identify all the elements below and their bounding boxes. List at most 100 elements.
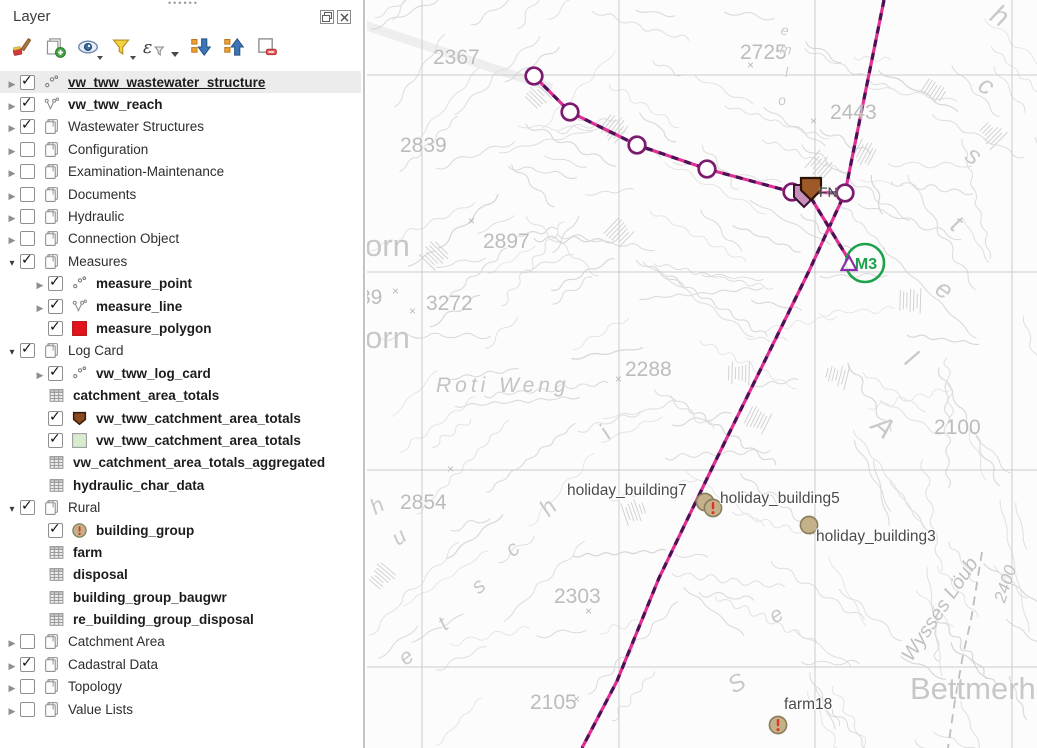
layer-tree-item[interactable]: ▶✓measure_line bbox=[0, 295, 361, 317]
layer-visibility-checkbox[interactable] bbox=[20, 164, 35, 179]
layer-tree-item[interactable]: ▶✓vw_tww_wastewater_structure bbox=[0, 71, 361, 93]
layer-panel: •••••• Layer ε ▶✓vw_tww_wastewater_struc… bbox=[0, 0, 365, 748]
expander-collapsed-icon[interactable]: ▶ bbox=[4, 119, 20, 134]
catchment-area-marker[interactable] bbox=[794, 178, 821, 207]
close-button[interactable] bbox=[337, 10, 351, 24]
expander-collapsed-icon[interactable]: ▶ bbox=[4, 231, 20, 246]
layer-tree-item[interactable]: ▶Topology bbox=[0, 676, 361, 698]
expander-expanded-icon[interactable]: ▾ bbox=[4, 343, 20, 358]
expander-collapsed-icon[interactable]: ▶ bbox=[32, 366, 48, 381]
layer-visibility-checkbox[interactable]: ✓ bbox=[48, 276, 63, 291]
layer-tree-item[interactable]: ▶Configuration bbox=[0, 138, 361, 160]
layer-tree-item[interactable]: ▶Hydraulic bbox=[0, 205, 361, 227]
layer-tree-item[interactable]: ▶Examination-Maintenance bbox=[0, 161, 361, 183]
expander-collapsed-icon[interactable]: ▶ bbox=[32, 276, 48, 291]
expander-expanded-icon[interactable]: ▾ bbox=[4, 500, 20, 515]
layer-styling-button[interactable] bbox=[10, 37, 34, 61]
chevron-down-icon[interactable] bbox=[171, 52, 179, 57]
layer-visibility-checkbox[interactable]: ✓ bbox=[48, 299, 63, 314]
map-themes-button[interactable] bbox=[76, 37, 100, 61]
expander-collapsed-icon[interactable]: ▶ bbox=[4, 164, 20, 179]
layer-tree-item[interactable]: ▶✓measure_point bbox=[0, 273, 361, 295]
building-group-point[interactable] bbox=[704, 499, 721, 516]
remove-layer-button[interactable] bbox=[255, 37, 279, 61]
layer-tree-item[interactable]: ▾✓Measures bbox=[0, 250, 361, 272]
layer-visibility-checkbox[interactable]: ✓ bbox=[20, 500, 35, 515]
points-layer-icon bbox=[71, 365, 89, 382]
layer-tree-item[interactable]: building_group_baugwr bbox=[0, 586, 361, 608]
expander-collapsed-icon[interactable]: ▶ bbox=[4, 142, 20, 157]
expander-expanded-icon[interactable]: ▾ bbox=[4, 254, 20, 269]
map-render: M3 bbox=[367, 0, 1037, 748]
wastewater-node[interactable] bbox=[699, 161, 716, 178]
layer-tree-item[interactable]: catchment_area_totals bbox=[0, 384, 361, 406]
layer-visibility-checkbox[interactable]: ✓ bbox=[48, 411, 63, 426]
layer-visibility-checkbox[interactable]: ✓ bbox=[48, 433, 63, 448]
layer-tree-item[interactable]: ✓building_group bbox=[0, 519, 361, 541]
layer-visibility-checkbox[interactable]: ✓ bbox=[20, 254, 35, 269]
expander-collapsed-icon[interactable]: ▶ bbox=[4, 657, 20, 672]
expander-collapsed-icon[interactable]: ▶ bbox=[4, 679, 20, 694]
layer-name: Log Card bbox=[68, 343, 124, 358]
expander-collapsed-icon[interactable]: ▶ bbox=[4, 97, 20, 112]
wastewater-node[interactable] bbox=[562, 104, 579, 121]
layer-visibility-checkbox[interactable]: ✓ bbox=[48, 523, 63, 538]
green-square-layer-icon bbox=[71, 432, 89, 449]
layer-visibility-checkbox[interactable] bbox=[20, 142, 35, 157]
layer-tree-item[interactable]: vw_catchment_area_totals_aggregated bbox=[0, 452, 361, 474]
layer-visibility-checkbox[interactable] bbox=[20, 702, 35, 717]
layer-tree-item[interactable]: ▶Catchment Area bbox=[0, 631, 361, 653]
wastewater-node[interactable] bbox=[629, 137, 646, 154]
layer-tree-item[interactable]: ✓measure_polygon bbox=[0, 317, 361, 339]
layer-visibility-checkbox[interactable] bbox=[20, 187, 35, 202]
layer-visibility-checkbox[interactable] bbox=[20, 634, 35, 649]
layer-visibility-checkbox[interactable] bbox=[20, 679, 35, 694]
layer-visibility-checkbox[interactable]: ✓ bbox=[20, 97, 35, 112]
layer-visibility-checkbox[interactable]: ✓ bbox=[48, 366, 63, 381]
expander-collapsed-icon[interactable]: ▶ bbox=[4, 702, 20, 717]
float-panel-button[interactable] bbox=[320, 10, 334, 24]
layer-tree-item[interactable]: ✓vw_tww_catchment_area_totals bbox=[0, 429, 361, 451]
expander-collapsed-icon[interactable]: ▶ bbox=[4, 634, 20, 649]
expander-collapsed-icon[interactable]: ▶ bbox=[4, 209, 20, 224]
dock-handle[interactable]: •••••• bbox=[168, 1, 208, 5]
layer-tree-item[interactable]: disposal bbox=[0, 564, 361, 586]
layer-tree-item[interactable]: ▾✓Rural bbox=[0, 496, 361, 518]
layer-tree-item[interactable]: ▶✓vw_tww_log_card bbox=[0, 362, 361, 384]
layer-tree-item[interactable]: farm bbox=[0, 541, 361, 563]
wastewater-node[interactable] bbox=[526, 68, 543, 85]
filter-expression-button[interactable]: ε bbox=[142, 37, 166, 61]
add-group-button[interactable] bbox=[43, 37, 67, 61]
layer-visibility-checkbox[interactable]: ✓ bbox=[20, 119, 35, 134]
group-layer-icon bbox=[43, 342, 61, 359]
expand-all-button[interactable] bbox=[189, 37, 213, 61]
layer-tree-item[interactable]: ▶✓Cadastral Data bbox=[0, 653, 361, 675]
expander-collapsed-icon[interactable]: ▶ bbox=[32, 299, 48, 314]
layer-visibility-checkbox[interactable]: ✓ bbox=[20, 657, 35, 672]
layer-tree-item[interactable]: hydraulic_char_data bbox=[0, 474, 361, 496]
layer-tree-item[interactable]: ▶✓vw_tww_reach bbox=[0, 93, 361, 115]
layer-tree-item[interactable]: re_building_group_disposal bbox=[0, 608, 361, 630]
layer-tree-item[interactable]: ✓ vw_tww_catchment_area_totals bbox=[0, 407, 361, 429]
layer-tree-item[interactable]: ▶Documents bbox=[0, 183, 361, 205]
building-group-point[interactable] bbox=[800, 516, 817, 533]
expander-collapsed-icon[interactable]: ▶ bbox=[4, 187, 20, 202]
layer-visibility-checkbox[interactable]: ✓ bbox=[20, 343, 35, 358]
filter-legend-button[interactable] bbox=[109, 37, 133, 61]
building-group-point[interactable] bbox=[769, 716, 786, 733]
group-layer-icon bbox=[43, 633, 61, 650]
layer-tree-item[interactable]: ▶✓Wastewater Structures bbox=[0, 116, 361, 138]
wastewater-node[interactable] bbox=[837, 185, 854, 202]
layer-tree-item[interactable]: ▶Connection Object bbox=[0, 228, 361, 250]
layer-visibility-checkbox[interactable]: ✓ bbox=[48, 321, 63, 336]
layer-visibility-checkbox[interactable]: ✓ bbox=[20, 75, 35, 90]
layer-tree-item[interactable]: ▶Value Lists bbox=[0, 698, 361, 720]
map-canvas[interactable]: M3 2367283927252443289732722288285423032… bbox=[367, 0, 1037, 748]
layer-visibility-checkbox[interactable] bbox=[20, 209, 35, 224]
layer-name: vw_tww_catchment_area_totals bbox=[96, 411, 301, 426]
layer-tree-item[interactable]: ▾✓ Log Card bbox=[0, 340, 361, 362]
contour-texture bbox=[367, 0, 1037, 748]
layer-visibility-checkbox[interactable] bbox=[20, 231, 35, 246]
expander-collapsed-icon[interactable]: ▶ bbox=[4, 75, 20, 90]
collapse-all-button[interactable] bbox=[222, 37, 246, 61]
